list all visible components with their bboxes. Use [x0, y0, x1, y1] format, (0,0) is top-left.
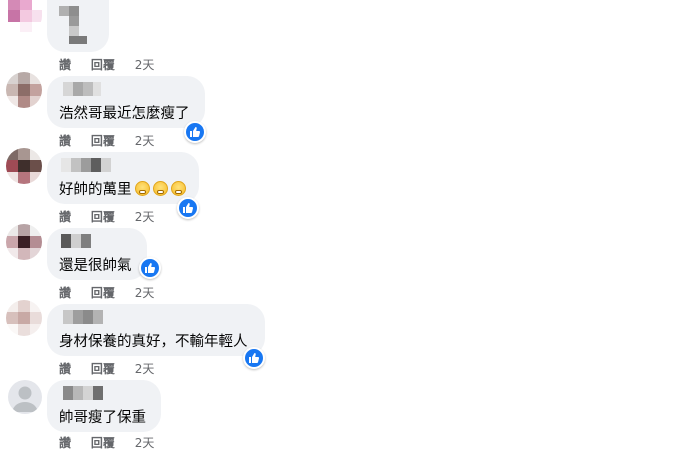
comment-text-body: 好帥的萬里 — [59, 182, 132, 198]
comment-bubble: 浩然哥最近怎麼瘦了 — [47, 76, 205, 128]
timestamp[interactable]: 2天 — [135, 58, 155, 72]
like-reaction-icon[interactable] — [177, 197, 199, 219]
comment-actions: 讚 回覆 2天 — [59, 284, 154, 301]
comment-actions: 讚 回覆 2天 — [59, 132, 154, 149]
like-reaction-icon[interactable] — [243, 347, 265, 369]
reply-action[interactable]: 回覆 — [91, 362, 115, 376]
avatar[interactable] — [6, 148, 42, 184]
comment-bubble: 還是很帥氣 — [47, 228, 147, 280]
like-reaction-icon[interactable] — [139, 257, 161, 279]
comment-bubble — [47, 0, 109, 52]
like-reaction-icon[interactable] — [184, 121, 206, 143]
reply-action[interactable]: 回覆 — [91, 286, 115, 300]
timestamp[interactable]: 2天 — [135, 286, 155, 300]
timestamp[interactable]: 2天 — [135, 436, 155, 450]
like-action[interactable]: 讚 — [59, 286, 71, 300]
comment-actions: 讚 回覆 2天 — [59, 360, 154, 377]
like-action[interactable]: 讚 — [59, 58, 71, 72]
comment-bubble: 好帥的萬里 — [47, 152, 199, 204]
grinning-face-emoji-icon — [170, 181, 186, 196]
grinning-face-emoji-icon — [134, 181, 150, 196]
comment-bubble: 身材保養的真好，不輸年輕人 — [47, 304, 265, 356]
timestamp[interactable]: 2天 — [135, 362, 155, 376]
reply-action[interactable]: 回覆 — [91, 134, 115, 148]
comment-actions: 讚 回覆 2天 — [59, 208, 154, 225]
avatar[interactable] — [6, 72, 42, 108]
like-action[interactable]: 讚 — [59, 134, 71, 148]
timestamp[interactable]: 2天 — [135, 210, 155, 224]
avatar[interactable] — [6, 0, 42, 34]
avatar[interactable] — [6, 224, 42, 260]
like-action[interactable]: 讚 — [59, 362, 71, 376]
comment-text: 浩然哥最近怎麼瘦了 — [59, 106, 190, 122]
reply-action[interactable]: 回覆 — [91, 436, 115, 450]
reply-action[interactable]: 回覆 — [91, 58, 115, 72]
comment-text: 好帥的萬里 — [59, 178, 186, 199]
like-action[interactable]: 讚 — [59, 436, 71, 450]
comment-text: 還是很帥氣 — [59, 258, 132, 274]
comment-text: 帥哥瘦了保重 — [59, 410, 146, 426]
comment-text: 身材保養的真好，不輸年輕人 — [59, 334, 248, 350]
comments-section: 讚 回覆 2天 浩然哥最近怎麼瘦了 讚 回覆 2天 好帥的萬里 讚 回覆 2天 … — [0, 0, 674, 453]
timestamp[interactable]: 2天 — [135, 134, 155, 148]
comment-actions: 讚 回覆 2天 — [59, 434, 154, 451]
avatar[interactable] — [6, 300, 42, 336]
like-action[interactable]: 讚 — [59, 210, 71, 224]
default-avatar-icon[interactable] — [8, 380, 42, 414]
comment-bubble: 帥哥瘦了保重 — [47, 380, 161, 432]
comment-actions: 讚 回覆 2天 — [59, 56, 154, 73]
grinning-face-emoji-icon — [152, 181, 168, 196]
reply-action[interactable]: 回覆 — [91, 210, 115, 224]
